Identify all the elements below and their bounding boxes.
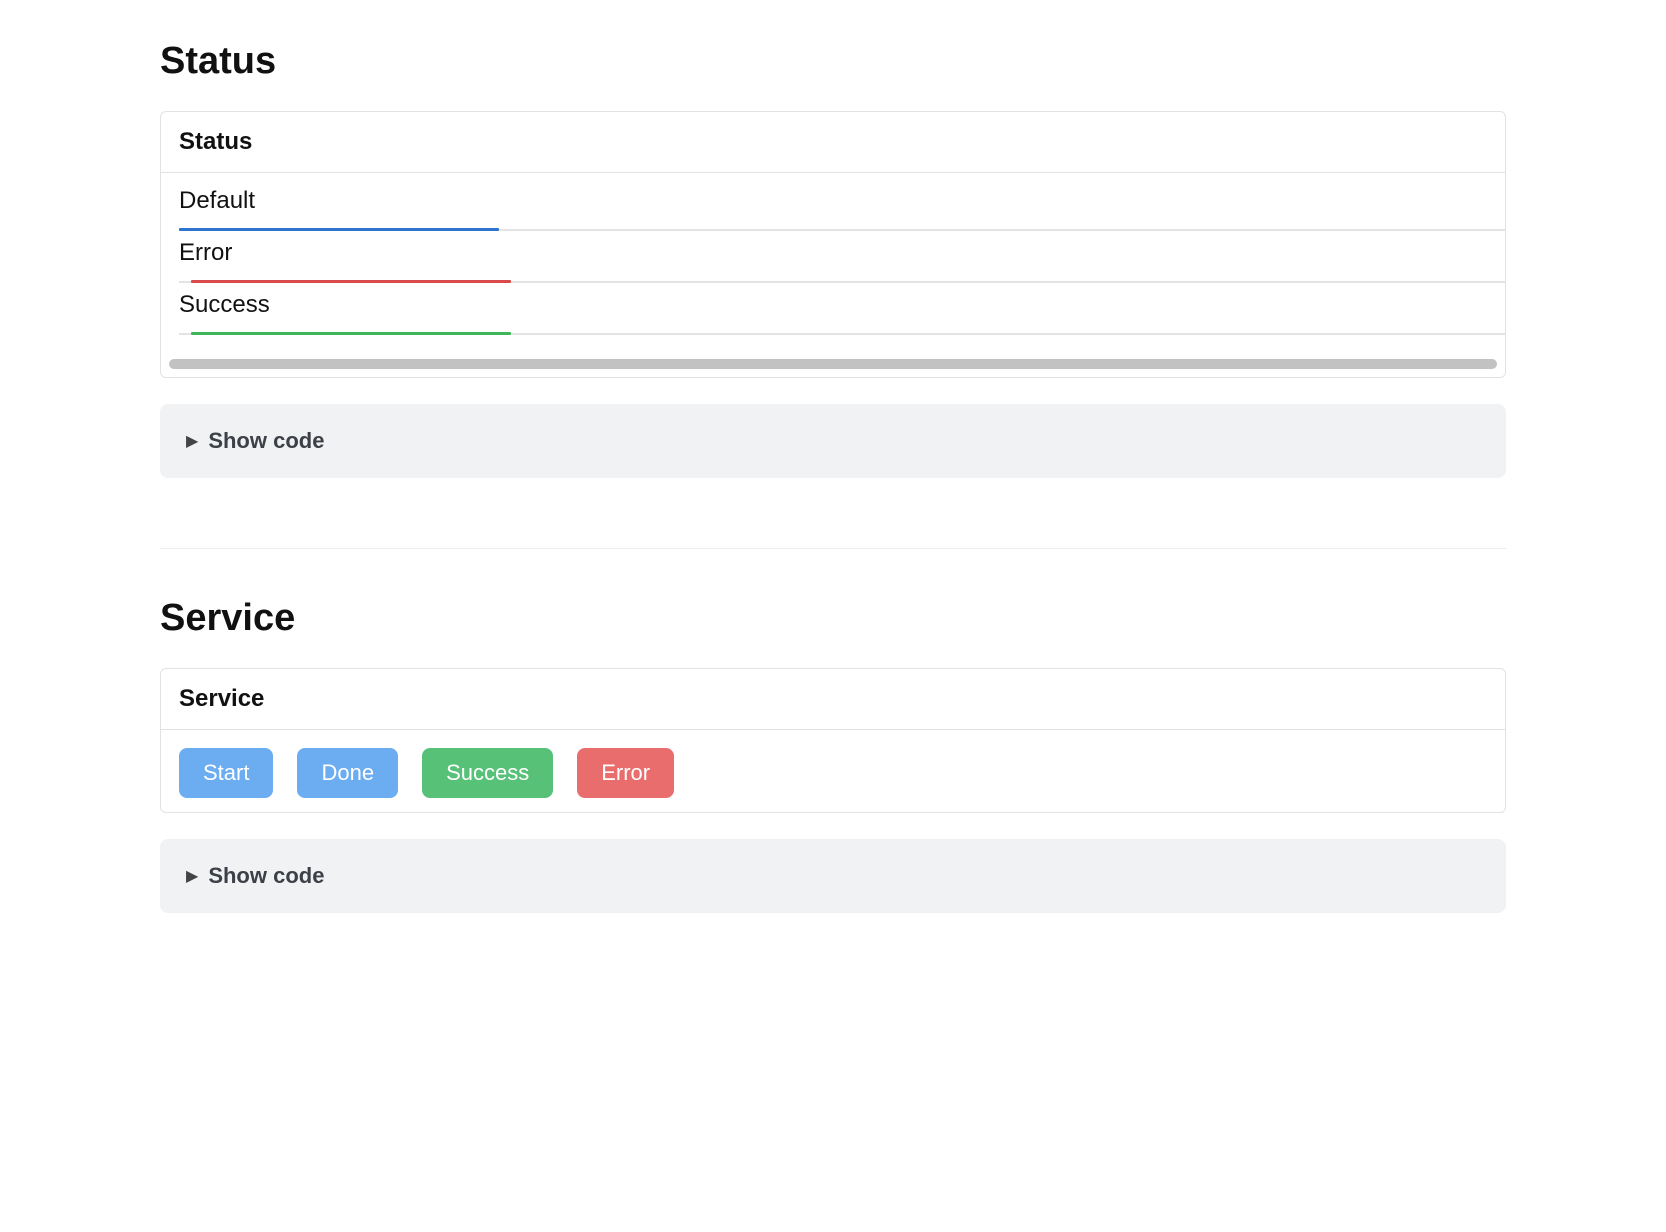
service-card-body: Start Done Success Error bbox=[161, 730, 1505, 812]
success-button[interactable]: Success bbox=[422, 748, 553, 798]
show-code-label: Show code bbox=[208, 428, 324, 454]
status-bar-success bbox=[191, 332, 511, 335]
service-example-card: Service Start Done Success Error bbox=[160, 668, 1506, 813]
disclosure-triangle-icon: ▶ bbox=[186, 431, 198, 451]
status-row-success: Success bbox=[179, 291, 1487, 335]
error-button[interactable]: Error bbox=[577, 748, 674, 798]
show-code-label: Show code bbox=[208, 863, 324, 889]
status-label: Default bbox=[179, 187, 255, 214]
status-card-title: Status bbox=[161, 112, 1505, 173]
status-bar-error bbox=[191, 280, 511, 283]
status-label: Error bbox=[179, 239, 232, 266]
disclosure-triangle-icon: ▶ bbox=[186, 866, 198, 886]
status-label: Success bbox=[179, 291, 270, 318]
horizontal-scrollbar[interactable] bbox=[169, 359, 1497, 369]
status-bar-default bbox=[179, 228, 499, 231]
start-button[interactable]: Start bbox=[179, 748, 273, 798]
section-divider bbox=[160, 548, 1506, 549]
status-example-card: Status Default Error Success bbox=[160, 111, 1506, 378]
show-code-toggle[interactable]: ▶ Show code bbox=[160, 839, 1506, 913]
status-row-error: Error bbox=[179, 239, 1487, 283]
service-section-heading: Service bbox=[160, 597, 1506, 640]
status-row-default: Default bbox=[179, 187, 1487, 231]
show-code-toggle[interactable]: ▶ Show code bbox=[160, 404, 1506, 478]
status-card-body: Default Error Success bbox=[161, 173, 1505, 349]
status-section-heading: Status bbox=[160, 40, 1506, 83]
service-card-title: Service bbox=[161, 669, 1505, 730]
done-button[interactable]: Done bbox=[297, 748, 398, 798]
service-buttons-row: Start Done Success Error bbox=[179, 744, 1487, 806]
